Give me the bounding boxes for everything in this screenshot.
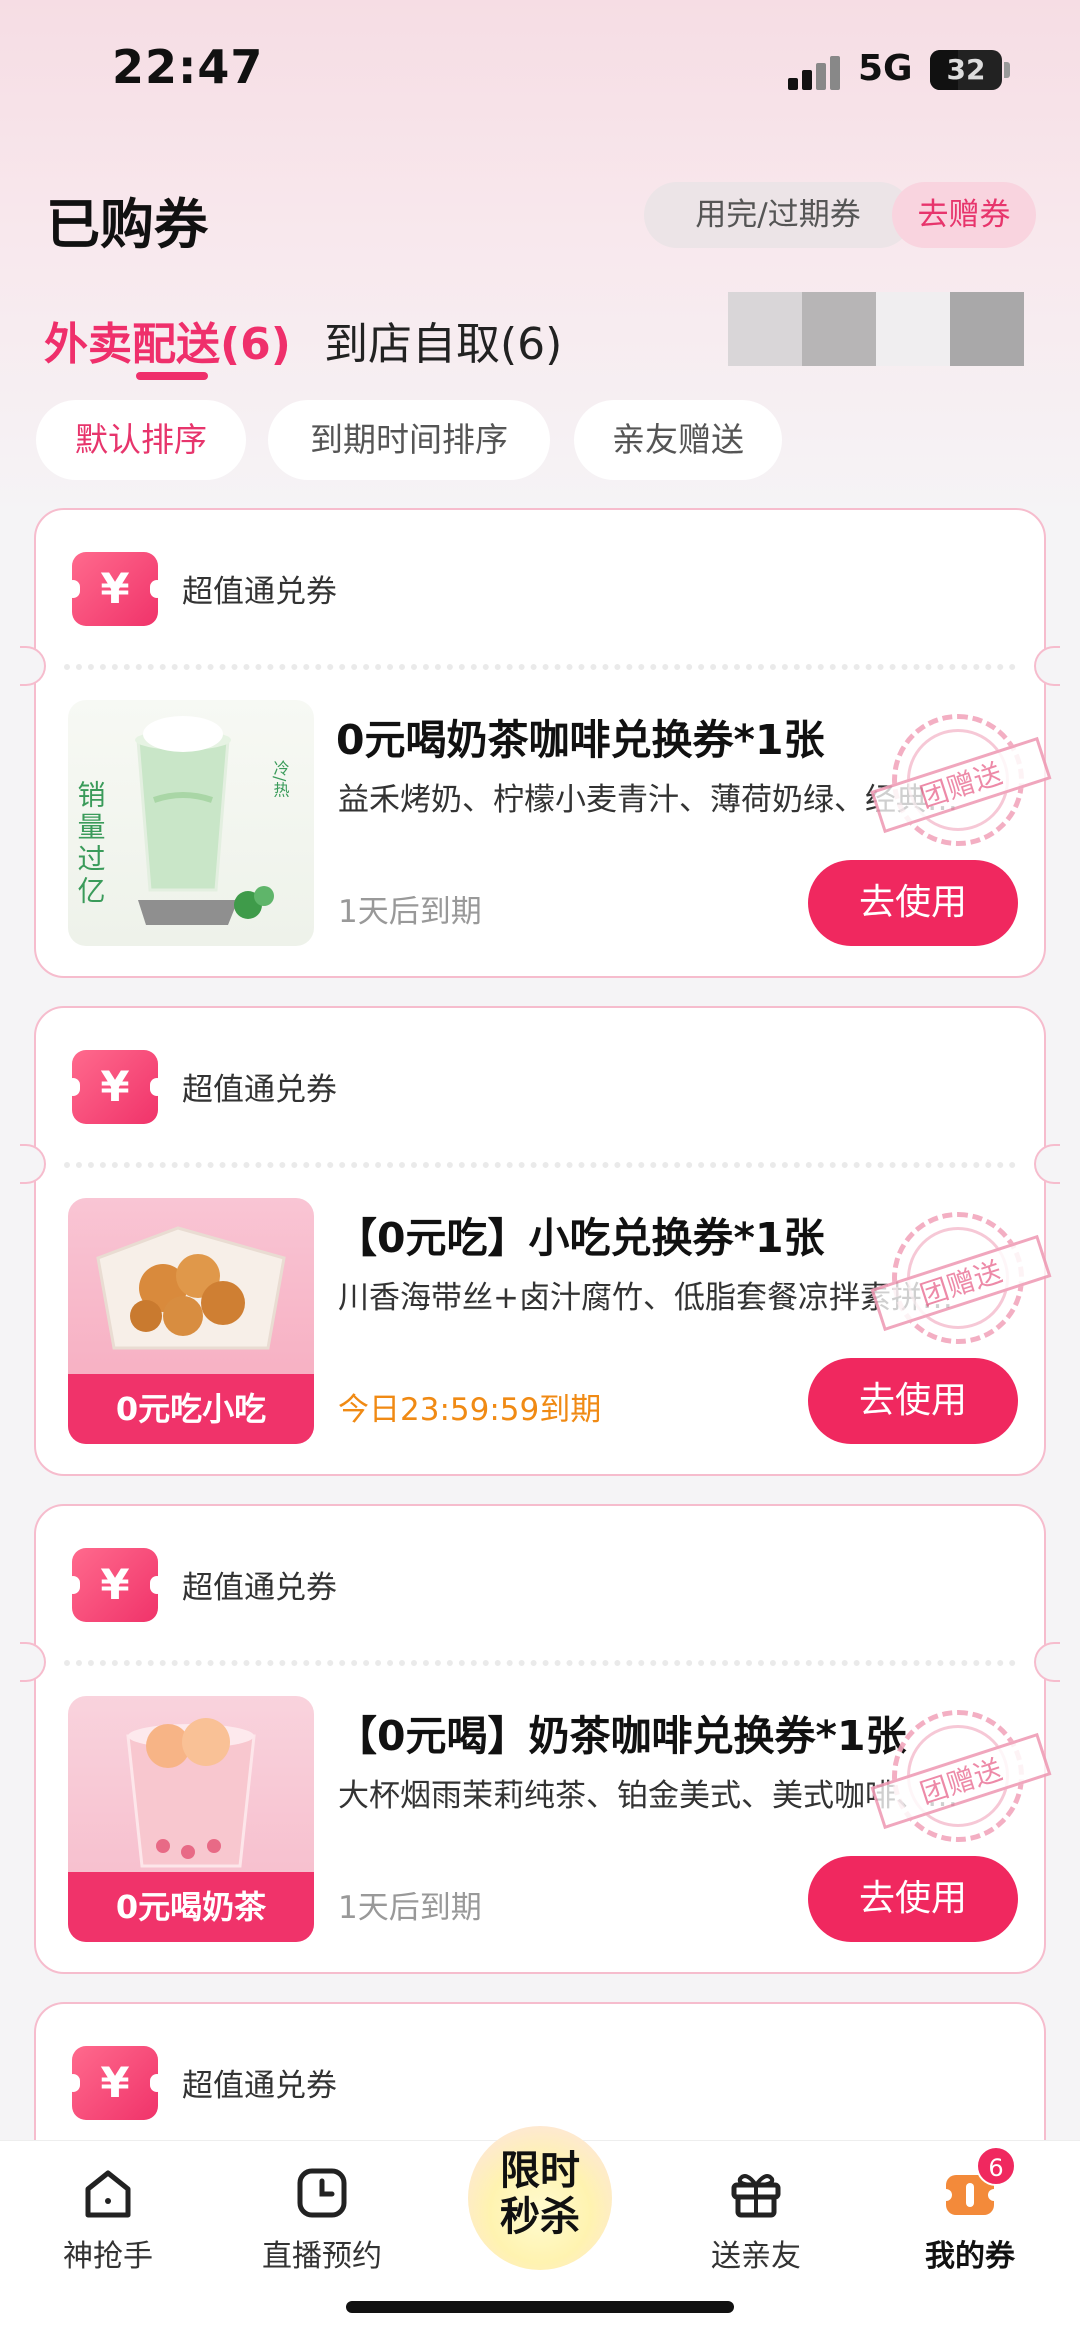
expired-coupons-button[interactable]: 用完/过期券 <box>644 182 912 248</box>
gift-stamp-icon: 团赠送 <box>870 714 1052 846</box>
product-image: 0元吃小吃 <box>68 1198 314 1444</box>
coupon-icon: ¥ <box>66 1548 164 1622</box>
coupon-title: 0元喝奶茶咖啡兑换券*1张 <box>336 716 825 764</box>
divider <box>64 664 1016 670</box>
coupon-icon: ¥ <box>66 1050 164 1124</box>
coupon-count-badge: 6 <box>976 2146 1016 2186</box>
tab-pickup[interactable]: 到店自取(6) <box>324 308 562 372</box>
coupon-expiry: 1天后到期 <box>338 894 482 930</box>
signal-icon <box>788 56 844 90</box>
gift-stamp-icon: 团赠送 <box>870 1710 1052 1842</box>
mosaic-blur <box>728 292 1024 366</box>
coupon-title: 【0元吃】小吃兑换券*1张 <box>336 1214 825 1262</box>
nav-item-send-friend[interactable]: 送亲友 <box>656 2163 856 2283</box>
coupon-type: 超值通兑券 <box>182 1570 337 1606</box>
coupon-title: 【0元喝】奶茶咖啡兑换券*1张 <box>336 1712 907 1760</box>
nav-item-grab[interactable]: 神抢手 <box>8 2163 208 2283</box>
home-indicator <box>346 2301 734 2313</box>
use-coupon-button[interactable]: 去使用 <box>808 1358 1018 1444</box>
coupon-type: 超值通兑券 <box>182 1072 337 1108</box>
use-coupon-button[interactable]: 去使用 <box>808 1856 1018 1942</box>
home-icon <box>85 2170 131 2218</box>
nav-label: 神抢手 <box>63 2239 153 2274</box>
gift-icon <box>731 2174 781 2218</box>
use-coupon-button[interactable]: 去使用 <box>808 860 1018 946</box>
divider <box>64 1660 1016 1666</box>
nav-label: 直播预约 <box>262 2239 382 2274</box>
active-tab-indicator <box>136 372 208 380</box>
coupon-card[interactable]: ¥ 超值通兑券 0元吃小吃 【0元吃】小吃兑换券*1张 川香海带丝+卤汁腐竹、低… <box>20 1006 1060 1476</box>
status-time: 22:47 <box>112 40 264 94</box>
tab-delivery[interactable]: 外卖配送(6) <box>44 308 291 372</box>
battery-level: 32 <box>946 53 986 86</box>
clock-icon <box>297 2168 347 2218</box>
sort-default[interactable]: 默认排序 <box>36 400 246 480</box>
product-image: 0元喝奶茶 <box>68 1696 314 1942</box>
thumb-tag: 冷/热 <box>271 760 290 797</box>
page-title: 已购券 <box>46 193 208 256</box>
thumb-caption: 0元吃小吃 <box>68 1374 314 1444</box>
coupon-icon: ¥ <box>66 2046 164 2120</box>
nav-label: 我的券 <box>925 2239 1015 2274</box>
flash-sale-label: 限时 秒杀 <box>500 2148 580 2240</box>
gift-stamp-icon: 团赠送 <box>870 1212 1052 1344</box>
product-image: 销量过亿 冷/热 <box>68 700 314 946</box>
battery-icon: 32 <box>930 50 1002 90</box>
coupon-expiry: 1天后到期 <box>338 1890 482 1926</box>
nav-label: 送亲友 <box>711 2239 801 2274</box>
thumb-caption: 0元喝奶茶 <box>68 1872 314 1942</box>
coupon-type: 超值通兑券 <box>182 574 337 610</box>
flash-sale-button[interactable]: 限时 秒杀 <box>468 2126 612 2270</box>
nav-item-live[interactable]: 直播预约 <box>222 2163 422 2283</box>
coupon-expiry: 今日23:59:59到期 <box>338 1392 602 1428</box>
coupon-type: 超值通兑券 <box>182 2068 337 2104</box>
network-type: 5G <box>858 48 913 89</box>
divider <box>64 1162 1016 1168</box>
status-bar: 22:47 5G 32 <box>0 0 1080 140</box>
nav-item-my-coupons[interactable]: 我的券 <box>870 2163 1070 2283</box>
sort-expiry[interactable]: 到期时间排序 <box>268 400 550 480</box>
coupon-card[interactable]: ¥ 超值通兑券 0元喝奶茶 【0元喝】奶茶咖啡兑换券*1张 大杯烟雨茉莉纯茶、铂… <box>20 1504 1060 1974</box>
thumb-slogan: 销量过亿 <box>74 780 107 908</box>
coupon-icon: ¥ <box>66 552 164 626</box>
gift-coupon-button[interactable]: 去赠券 <box>892 182 1036 248</box>
filter-friend-gift[interactable]: 亲友赠送 <box>574 400 782 480</box>
battery-tip <box>1004 62 1010 78</box>
coupon-card[interactable]: ¥ 超值通兑券 销量过亿 冷/热 0元喝奶茶咖啡兑换券*1张 益禾烤奶、柠檬小麦… <box>20 508 1060 978</box>
